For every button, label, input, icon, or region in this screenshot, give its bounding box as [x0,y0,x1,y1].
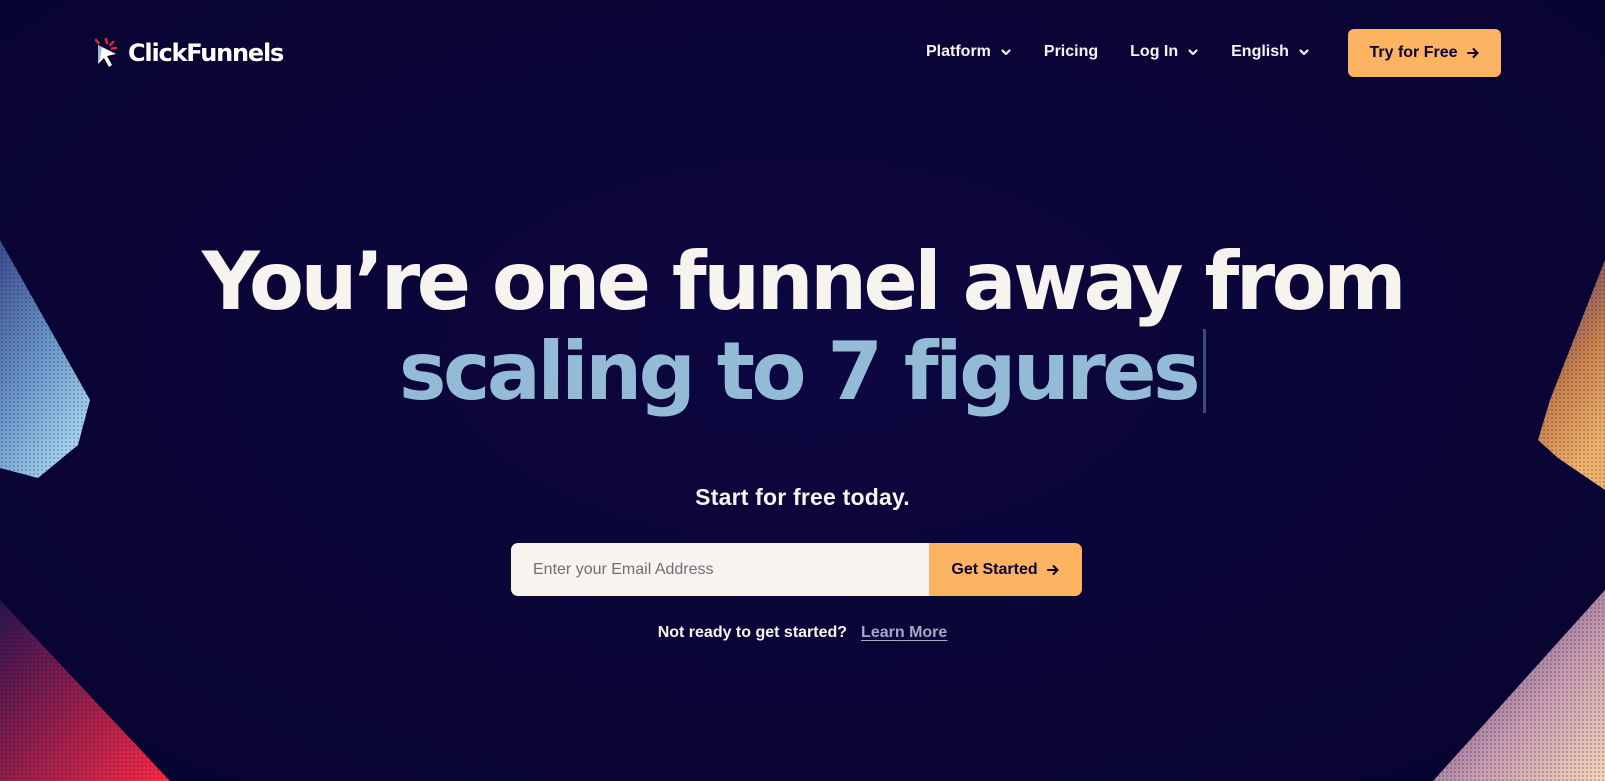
hero-subheading: Start for free today. [695,484,910,510]
nav-item-label: English [1231,43,1289,60]
try-for-free-button[interactable]: Try for Free [1348,29,1501,77]
nav-item-platform[interactable]: Platform [926,43,1012,61]
main-nav: Platform Pricing Log In English [926,40,1310,64]
learn-more-link[interactable]: Learn More [861,624,947,642]
learn-more-prompt: Not ready to get started? Learn More [0,624,1605,642]
not-ready-text: Not ready to get started? [657,624,848,641]
get-started-button[interactable]: Get Started [929,543,1082,596]
hero-headline: You’re one funnel away from [201,235,1407,328]
nav-item-label: Platform [926,43,991,60]
nav-item-label: Log In [1130,43,1179,60]
nav-item-pricing[interactable]: Pricing [1044,43,1098,61]
arrow-right-icon [1046,564,1059,575]
hero-headline-highlight: scaling to 7 figures [0,322,1605,422]
chevron-down-icon [1299,49,1309,56]
hero-highlight-text: scaling to 7 figures [398,325,1201,418]
typing-caret [1203,329,1207,413]
nav-item-label: Pricing [1043,43,1099,60]
logo-wordmark: ClickFunnels [128,39,284,67]
site-header: ClickFunnels Platform Pricing Log In Eng… [0,0,1605,106]
clickfunnels-logo[interactable]: ClickFunnels [92,36,284,70]
chevron-down-icon [1001,49,1011,56]
email-input[interactable] [511,543,929,596]
get-started-label: Get Started [951,560,1038,578]
chevron-down-icon [1188,49,1198,56]
nav-item-login[interactable]: Log In [1130,43,1199,61]
landing-page: ClickFunnels Platform Pricing Log In Eng… [0,0,1605,781]
arrow-right-icon [1466,48,1479,58]
crystal-decoration-right-bottom [1433,590,1605,781]
cursor-spark-icon [94,37,118,67]
nav-item-language[interactable]: English [1231,43,1310,61]
try-for-free-label: Try for Free [1369,44,1458,61]
email-signup-form: Get Started [511,543,1082,596]
